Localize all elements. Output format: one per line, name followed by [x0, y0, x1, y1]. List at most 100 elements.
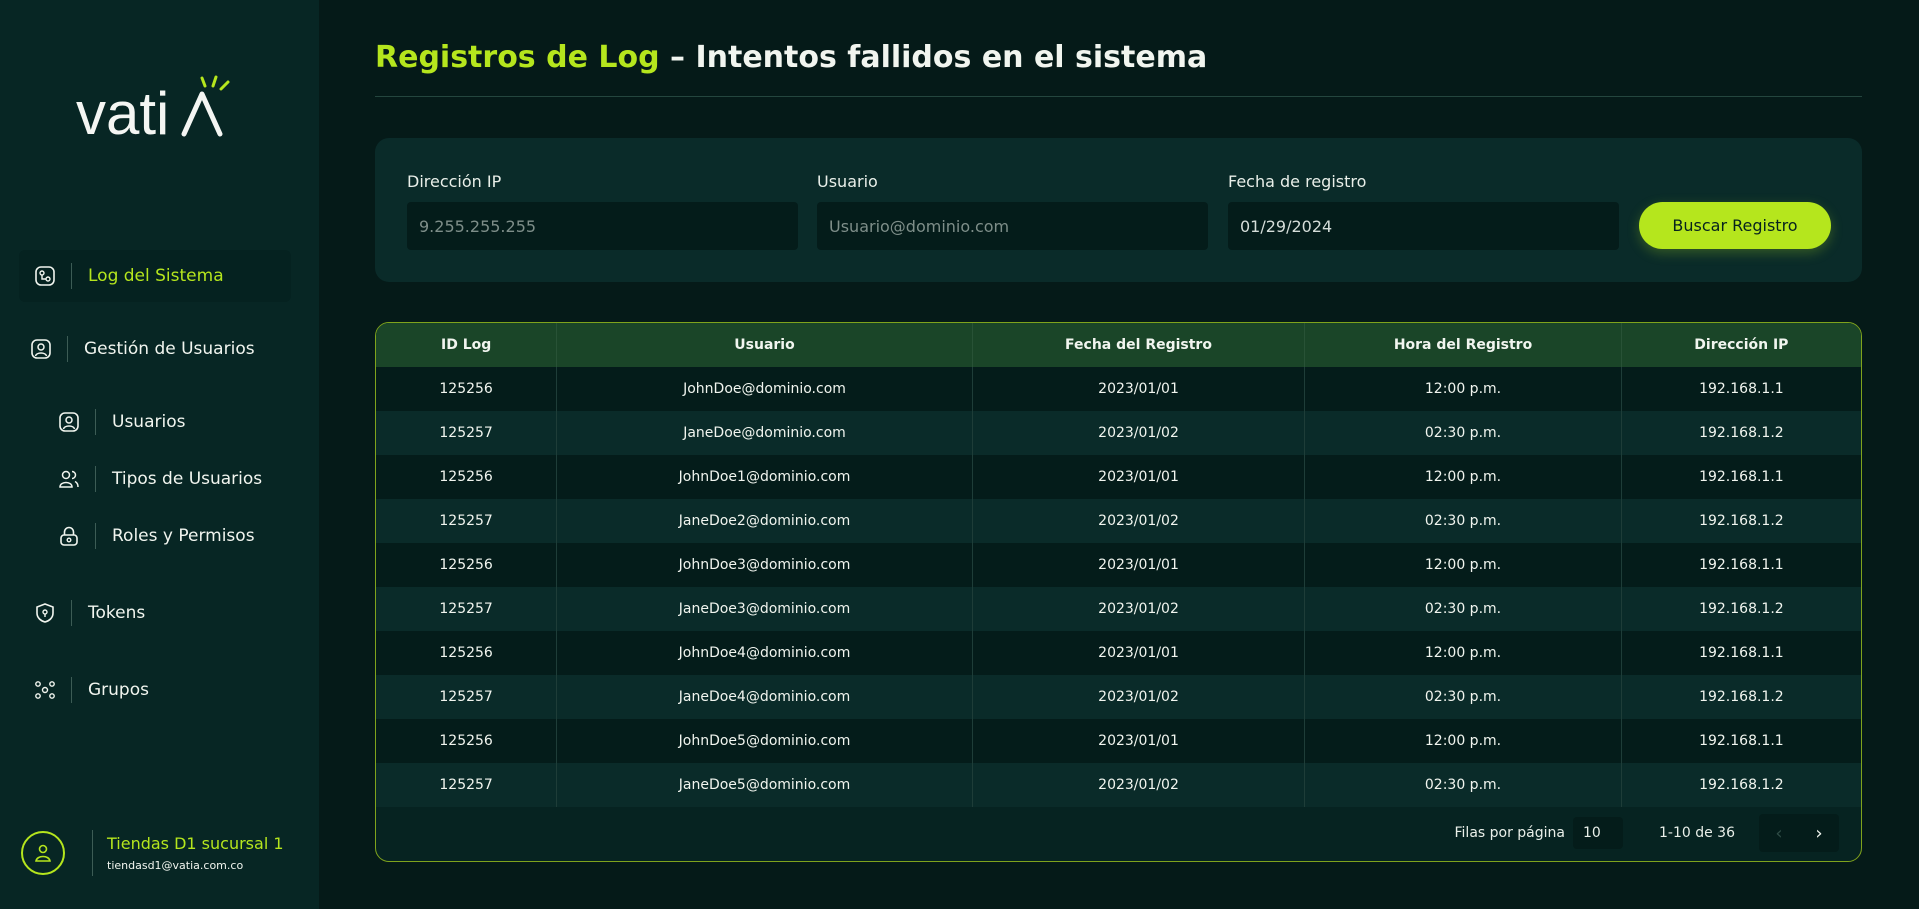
- divider: [71, 263, 72, 289]
- table-cell: 02:30 p.m.: [1304, 587, 1622, 631]
- divider: [95, 409, 96, 435]
- sidebar-item-roles[interactable]: Roles y Permisos: [57, 523, 255, 549]
- table-cell: 192.168.1.2: [1699, 425, 1784, 441]
- table-cell: 125257: [376, 587, 558, 631]
- divider: [95, 523, 96, 549]
- table-cell: 02:30 p.m.: [1304, 499, 1622, 543]
- table-row[interactable]: 125256 JohnDoe1@dominio.com 2023/01/01 12:0…: [376, 455, 1861, 499]
- rows-per-page-value: 10: [1583, 825, 1601, 841]
- user-card[interactable]: Tiendas D1 sucursal 1 tiendasd1@vatia.co…: [21, 830, 284, 876]
- table-cell: JaneDoe3@dominio.com: [556, 587, 973, 631]
- table-cell: JohnDoe1@dominio.com: [556, 455, 973, 499]
- sidebar-item-label: Tokens: [88, 603, 146, 623]
- shield-icon: [33, 601, 57, 625]
- table-cell: 12:00 p.m.: [1304, 367, 1622, 411]
- sidebar-item-user-management[interactable]: Gestión de Usuarios: [29, 336, 255, 362]
- table-cell: 192.168.1.1: [1699, 469, 1784, 485]
- column-header[interactable]: Fecha del Registro: [972, 323, 1306, 367]
- sidebar-item-tokens[interactable]: Tokens: [33, 600, 145, 626]
- table-row[interactable]: 125256 JohnDoe3@dominio.com 2023/01/01 12:0…: [376, 543, 1861, 587]
- table-cell: 125257: [376, 411, 558, 455]
- table-cell: 125256: [376, 455, 558, 499]
- page-title-accent: Registros de Log: [375, 40, 660, 75]
- sidebar-item-groups[interactable]: Grupos: [33, 677, 149, 703]
- rows-per-page-label: Filas por página: [1454, 825, 1566, 841]
- table-row[interactable]: 125257 JaneDoe2@dominio.com 2023/01/02 02:3…: [376, 499, 1861, 543]
- table-row[interactable]: 125256 JohnDoe4@dominio.com 2023/01/01 12:0…: [376, 631, 1861, 675]
- table-cell: JohnDoe@dominio.com: [556, 367, 973, 411]
- table-cell: 12:00 p.m.: [1304, 543, 1622, 587]
- sidebar-item-label: Usuarios: [112, 412, 186, 432]
- table-cell: 2023/01/02: [972, 675, 1306, 719]
- table-cell: 192.168.1.1: [1699, 645, 1784, 661]
- table-cell: 192.168.1.1: [1699, 557, 1784, 573]
- user-box-icon: [29, 337, 53, 361]
- log-table: ID Log Usuario Fecha del Registro Hora d…: [375, 322, 1862, 862]
- page-title: Registros de Log – Intentos fallidos en …: [375, 40, 1207, 75]
- column-header[interactable]: Hora del Registro: [1304, 323, 1622, 367]
- divider: [67, 336, 68, 362]
- search-button[interactable]: Buscar Registro: [1639, 202, 1831, 249]
- column-header[interactable]: ID Log: [376, 323, 558, 367]
- table-cell: JohnDoe3@dominio.com: [556, 543, 973, 587]
- table-row[interactable]: 125257 JaneDoe3@dominio.com 2023/01/02 02:3…: [376, 587, 1861, 631]
- column-header[interactable]: Dirección IP: [1621, 323, 1861, 367]
- chevron-right-icon[interactable]: ›: [1799, 823, 1839, 844]
- table-cell: 125257: [376, 675, 558, 719]
- table-cell: 2023/01/02: [972, 411, 1306, 455]
- table-cell: 02:30 p.m.: [1304, 763, 1622, 807]
- table-cell: JaneDoe@dominio.com: [556, 411, 973, 455]
- table-cell: 2023/01/01: [972, 631, 1306, 675]
- chevron-left-icon[interactable]: ‹: [1759, 823, 1799, 844]
- pager-nav: ‹ ›: [1759, 814, 1839, 852]
- divider: [92, 830, 93, 876]
- column-header[interactable]: Usuario: [556, 323, 973, 367]
- user-input[interactable]: [817, 202, 1208, 250]
- table-cell: 125256: [376, 367, 558, 411]
- table-row[interactable]: 125257 JaneDoe@dominio.com 2023/01/02 02:30…: [376, 411, 1861, 455]
- user-label: Usuario: [817, 172, 878, 191]
- page-range: 1-10 de 36: [1659, 825, 1735, 841]
- table-cell: 2023/01/02: [972, 763, 1306, 807]
- table-cell: 2023/01/01: [972, 543, 1306, 587]
- avatar-icon: [21, 831, 65, 875]
- table-cell: 192.168.1.1: [1699, 381, 1784, 397]
- pagination: Filas por página 10 1-10 de 36 ‹ ›: [376, 805, 1861, 861]
- sidebar-item-users[interactable]: Usuarios: [57, 409, 185, 435]
- divider: [71, 600, 72, 626]
- table-header-row: ID Log Usuario Fecha del Registro Hora d…: [376, 323, 1861, 367]
- sidebar-item-label: Roles y Permisos: [112, 526, 255, 546]
- table-cell: 125257: [376, 763, 558, 807]
- table-cell: 192.168.1.2: [1699, 513, 1784, 529]
- user-box-icon: [57, 410, 81, 434]
- table-cell: 2023/01/01: [972, 367, 1306, 411]
- svg-text:vati: vati: [76, 80, 169, 142]
- filter-panel: Dirección IP Usuario Fecha de registro B…: [375, 138, 1862, 282]
- table-cell: JaneDoe5@dominio.com: [556, 763, 973, 807]
- ip-input[interactable]: [407, 202, 798, 250]
- table-cell: 2023/01/01: [972, 455, 1306, 499]
- sidebar-item-label: Grupos: [88, 680, 149, 700]
- table-row[interactable]: 125256 JohnDoe5@dominio.com 2023/01/01 12:0…: [376, 719, 1861, 763]
- table-cell: 125256: [376, 543, 558, 587]
- sidebar: vati Log del Sistema Gestión de Usuarios…: [0, 0, 319, 909]
- sidebar-item-user-types[interactable]: Tipos de Usuarios: [57, 466, 262, 492]
- table-row[interactable]: 125256 JohnDoe@dominio.com 2023/01/01 12:00…: [376, 367, 1861, 411]
- user-name: Tiendas D1 sucursal 1: [107, 834, 284, 853]
- lock-icon: [57, 524, 81, 548]
- sidebar-item-label: Gestión de Usuarios: [84, 339, 255, 359]
- table-cell: 192.168.1.2: [1699, 601, 1784, 617]
- sidebar-item-log[interactable]: Log del Sistema: [19, 250, 291, 302]
- date-input[interactable]: [1228, 202, 1619, 250]
- table-row[interactable]: 125257 JaneDoe5@dominio.com 2023/01/02 02:3…: [376, 763, 1861, 807]
- table-cell: 192.168.1.2: [1699, 777, 1784, 793]
- divider: [375, 96, 1862, 97]
- divider: [95, 466, 96, 492]
- rows-per-page-select[interactable]: 10: [1573, 817, 1623, 849]
- user-email: tiendasd1@vatia.com.co: [107, 859, 244, 872]
- table-cell: 2023/01/02: [972, 499, 1306, 543]
- table-cell: 192.168.1.2: [1699, 689, 1784, 705]
- users-group-icon: [57, 467, 81, 491]
- table-row[interactable]: 125257 JaneDoe4@dominio.com 2023/01/02 02:3…: [376, 675, 1861, 719]
- groups-icon: [33, 678, 57, 702]
